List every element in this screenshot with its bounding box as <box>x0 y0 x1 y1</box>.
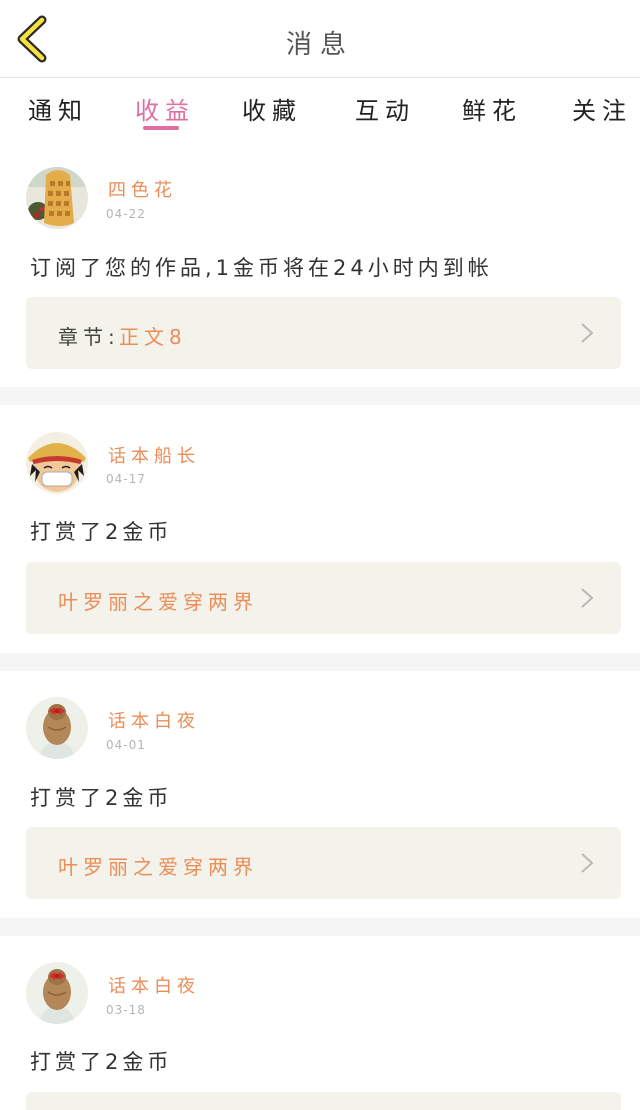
username[interactable]: 话本白夜 <box>108 972 200 998</box>
message-text: 订阅了您的作品,1金币将在24小时内到帐 <box>30 256 493 280</box>
username[interactable]: 话本白夜 <box>108 707 200 733</box>
message-card: 四色花 04-22 订阅了您的作品,1金币将在24小时内到帐 章节: 正文8 <box>0 142 640 387</box>
tab-favorites[interactable]: 收藏 <box>242 91 302 126</box>
message-card: 话本白夜 04-01 打赏了2金币 叶罗丽之爱穿两界 <box>0 671 640 918</box>
work-link[interactable]: 叶罗丽之爱穿两界 <box>26 562 621 634</box>
chevron-right-icon <box>581 853 594 873</box>
page-title: 消息 <box>285 30 354 60</box>
tab-earnings[interactable]: 收益 <box>135 91 195 126</box>
girl-bun-avatar-icon <box>26 697 88 759</box>
messages-page: 消息 通知 收益 收藏 互动 鲜花 关注 四色花 04-22 订阅了您的作品,1… <box>0 0 640 1110</box>
message-text: 打赏了2金币 <box>30 520 173 544</box>
work-title: 叶罗丽之爱穿两界 <box>58 590 258 614</box>
chapter-link[interactable]: 章节: 正文8 <box>26 297 621 369</box>
tab-flowers[interactable]: 鲜花 <box>462 91 522 126</box>
top-bar: 消息 <box>0 0 640 78</box>
message-date: 04-17 <box>106 472 146 486</box>
message-date: 04-01 <box>106 738 146 752</box>
username[interactable]: 四色花 <box>108 176 177 202</box>
girl-bun-avatar-icon <box>26 962 88 1024</box>
work-link[interactable]: 叶罗丽之爱穿两界 <box>26 827 621 899</box>
work-title: 叶罗丽之爱穿两界 <box>58 855 258 879</box>
user-avatar[interactable] <box>26 962 88 1024</box>
tab-bar: 通知 收益 收藏 互动 鲜花 关注 <box>0 79 640 141</box>
message-card: 话本白夜 03-18 打赏了2金币 <box>0 936 640 1110</box>
user-avatar[interactable] <box>26 432 88 494</box>
cartoon-boy-avatar-icon <box>26 432 88 494</box>
tab-interactions[interactable]: 互动 <box>355 91 415 126</box>
chapter-title: 正文8 <box>119 325 187 349</box>
message-text: 打赏了2金币 <box>30 786 173 810</box>
tab-following[interactable]: 关注 <box>572 91 632 126</box>
chapter-label: 章节: <box>58 325 120 349</box>
message-card: 话本船长 04-17 打赏了2金币 叶罗丽之爱穿两界 <box>0 405 640 653</box>
card-divider <box>0 918 640 936</box>
waffle-avatar-icon <box>26 167 88 229</box>
chevron-right-icon <box>581 588 594 608</box>
message-date: 04-22 <box>106 207 146 221</box>
user-avatar[interactable] <box>26 697 88 759</box>
active-tab-indicator <box>143 126 179 130</box>
card-divider <box>0 387 640 405</box>
card-divider <box>0 653 640 671</box>
chevron-right-icon <box>581 323 594 343</box>
work-link[interactable] <box>26 1092 621 1110</box>
username[interactable]: 话本船长 <box>108 442 200 468</box>
message-text: 打赏了2金币 <box>30 1050 173 1074</box>
message-date: 03-18 <box>106 1003 146 1017</box>
tab-notifications[interactable]: 通知 <box>28 91 88 126</box>
user-avatar[interactable] <box>26 167 88 229</box>
